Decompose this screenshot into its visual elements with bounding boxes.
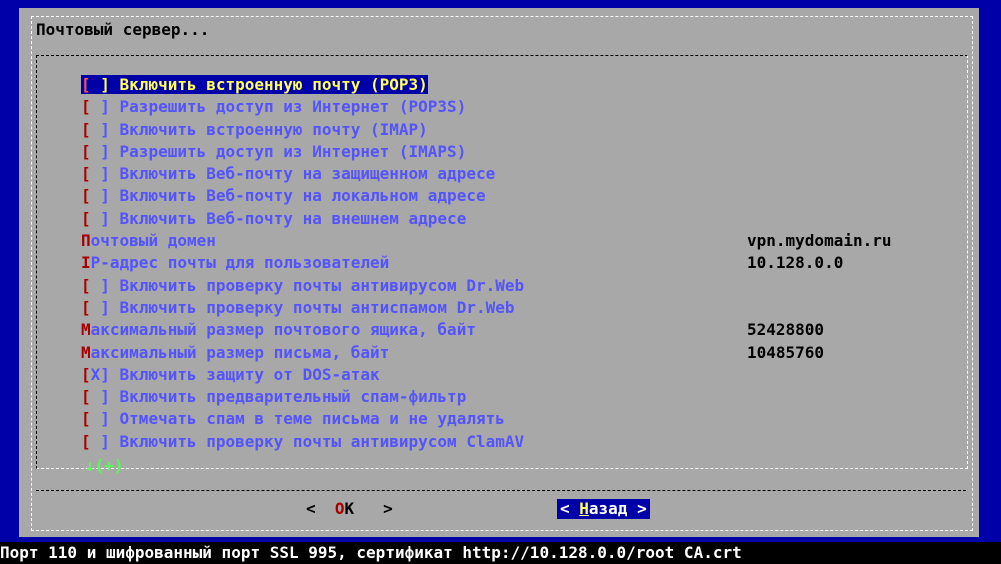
item-hotkey: М [81, 342, 91, 362]
dialog-title: Почтовый сервер... [36, 20, 210, 39]
item-hotkey: [ [81, 97, 91, 117]
item-hotkey: [ [81, 75, 91, 94]
list-item[interactable]: [ ] Включить встроенную почту (IMAP) [81, 119, 961, 141]
item-label: ] Включить предварительный спам-фильтр [90, 387, 467, 407]
item-label: ] Включить проверку почты антиспамом Dr.… [90, 297, 515, 317]
list-item[interactable]: [ ] Включить проверку почты антиспамом D… [81, 297, 961, 319]
item-label: аксимальный размер письма, байт [90, 342, 390, 362]
item-hotkey: [ [81, 364, 91, 384]
ok-right-bracket: > [354, 499, 393, 518]
item-label: ] Включить Веб-почту на локальном адресе [90, 186, 486, 206]
item-label: ] Включить проверку почты антивирусом Dr… [90, 275, 525, 295]
list-item[interactable]: [ ] Включить проверку почты антивирусом … [81, 275, 961, 297]
list-item[interactable]: [ ] Включить Веб-почту на защищенном адр… [81, 163, 961, 185]
list-item[interactable]: Почтовый домен vpn.mydomain.ru [81, 230, 961, 252]
item-label: ] Включить встроенную почту (IMAP) [90, 119, 428, 139]
more-items-indicator: ↓(+) [85, 456, 124, 475]
list-item[interactable]: Максимальный размер почтового ящика, бай… [81, 319, 961, 341]
item-label: ] Отмечать спам в теме письма и не удаля… [90, 409, 505, 429]
item-value: 10485760 [747, 342, 825, 362]
list-item[interactable]: [X] Включить защиту от DOS-атак [81, 364, 961, 386]
item-label: ] Разрешить доступ из Интернет (IMAPS) [90, 141, 467, 161]
item-value: 52428800 [747, 320, 825, 340]
back-label: азад > [588, 499, 647, 518]
item-hotkey: I [81, 253, 91, 273]
item-hotkey: [ [81, 119, 91, 139]
back-hotkey: Н [579, 499, 589, 518]
item-label: аксимальный размер почтового ящика, байт [90, 320, 476, 340]
item-label: ] Включить Веб-почту на защищенном адрес… [90, 164, 496, 184]
list-item[interactable]: IP-адрес почты для пользователей 10.128.0… [81, 252, 961, 274]
item-hotkey: [ [81, 141, 91, 161]
item-hotkey: [ [81, 431, 91, 451]
item-hotkey: М [81, 320, 91, 340]
back-left-bracket: < [560, 499, 580, 518]
item-hotkey: [ [81, 208, 91, 228]
list-item[interactable]: [ ] Отмечать спам в теме письма и не уда… [81, 408, 961, 430]
options-list[interactable]: [ ] Включить встроенную почту (POP3) [ ]… [81, 74, 961, 453]
item-hotkey: [ [81, 387, 91, 407]
ok-hotkey: O [334, 499, 345, 518]
list-item[interactable]: [ ] Включить Веб-почту на внешнем адресе [81, 208, 961, 230]
item-hotkey: [ [81, 186, 91, 206]
ok-left-bracket: < [306, 499, 335, 518]
item-label: ] Включить встроенную почту (POP3) [90, 75, 428, 94]
list-item[interactable]: [ ] Включить проверку почты антивирусом … [81, 431, 961, 453]
item-label: ] Включить Веб-почту на внешнем адресе [90, 208, 467, 228]
list-item[interactable]: [ ] Разрешить доступ из Интернет (POP3S) [81, 96, 961, 118]
item-label: P-адрес почты для пользователей [90, 253, 390, 273]
item-label: X] Включить защиту от DOS-атак [90, 364, 380, 384]
ok-button[interactable]: < OK > [306, 499, 393, 519]
back-button[interactable]: < Назад > [557, 499, 650, 519]
list-item[interactable]: [ ] Разрешить доступ из Интернет (IMAPS) [81, 141, 961, 163]
list-item[interactable]: [ ] Включить Веб-почту на локальном адре… [81, 185, 961, 207]
button-separator [36, 490, 966, 491]
list-item[interactable]: [ ] Включить встроенную почту (POP3) [81, 74, 961, 96]
item-value: vpn.mydomain.ru [747, 231, 892, 251]
item-label: ] Включить проверку почты антивирусом Cl… [90, 431, 525, 451]
item-hotkey: П [81, 231, 91, 251]
item-hotkey: [ [81, 409, 91, 429]
item-label: очтовый домен [90, 231, 216, 251]
item-hotkey: [ [81, 275, 91, 295]
item-hotkey: [ [81, 164, 91, 184]
item-hotkey: [ [81, 297, 91, 317]
item-label: ] Разрешить доступ из Интернет (POP3S) [90, 97, 467, 117]
item-value: 10.128.0.0 [747, 253, 844, 273]
ok-label: K [344, 499, 355, 518]
list-item[interactable]: [ ] Включить предварительный спам-фильтр [81, 386, 961, 408]
list-item[interactable]: Максимальный размер письма, байт 10485760 [81, 342, 961, 364]
status-bar: Порт 110 и шифрованный порт SSL 995, сер… [0, 542, 1001, 564]
